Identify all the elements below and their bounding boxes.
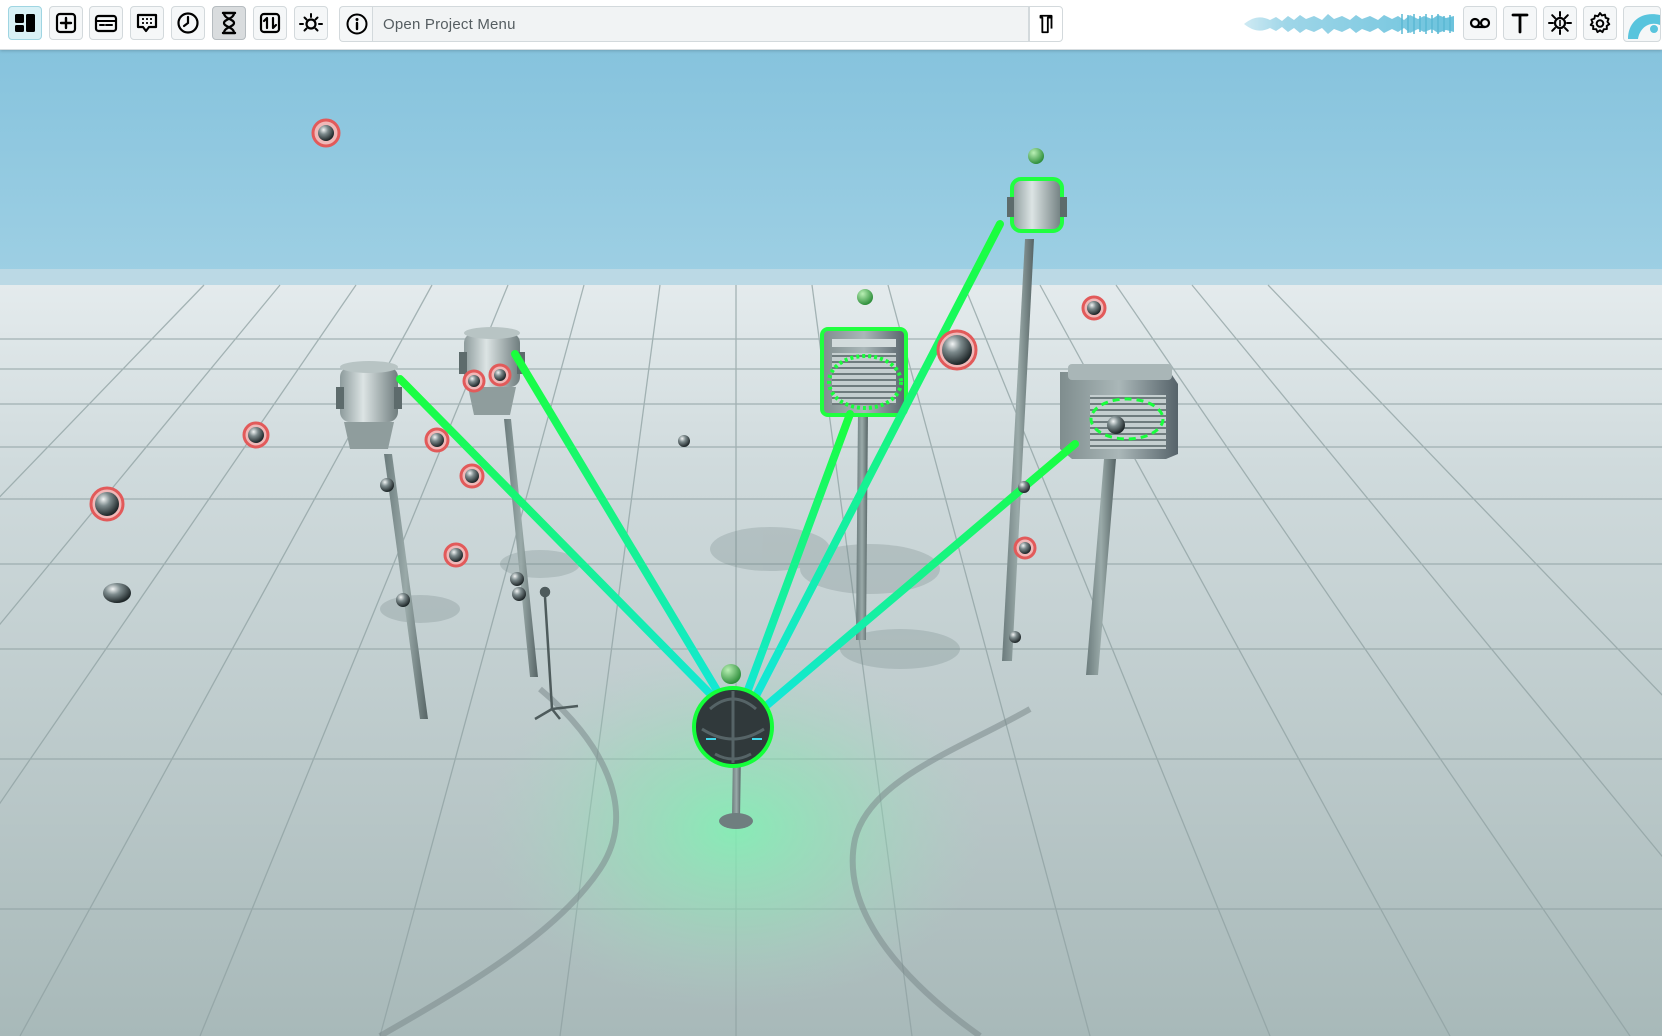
object-marker[interactable]	[424, 427, 450, 453]
app-window: Open Project Menu	[0, 0, 1662, 1036]
plus-square-icon	[55, 12, 77, 34]
panel-button[interactable]	[89, 6, 123, 40]
text-button[interactable]	[1503, 6, 1537, 40]
project-document-button[interactable]	[1029, 6, 1063, 42]
project-menu-label: Open Project Menu	[383, 15, 516, 33]
hourglass-button[interactable]	[212, 6, 246, 40]
object-marker[interactable]	[242, 421, 270, 449]
object-marker[interactable]	[89, 486, 125, 522]
sun-icon	[1548, 11, 1572, 35]
brightness-icon	[299, 13, 323, 32]
layout-grid-icon	[15, 14, 35, 32]
object-marker[interactable]	[936, 329, 978, 371]
top-toolbar: Open Project Menu	[0, 0, 1662, 50]
sun-button[interactable]	[1543, 6, 1577, 40]
layout-button[interactable]	[8, 6, 42, 40]
open-project-menu[interactable]: Open Project Menu	[372, 6, 1029, 42]
object-marker[interactable]	[1013, 536, 1037, 560]
sort-arrows-icon	[259, 12, 281, 34]
settings-button[interactable]	[1583, 6, 1617, 40]
3d-scene[interactable]	[0, 49, 1662, 1036]
clock-button[interactable]	[171, 6, 205, 40]
object-marker[interactable]	[488, 363, 512, 387]
info-icon	[346, 13, 367, 35]
clock-icon	[177, 12, 199, 34]
voicemail-button[interactable]	[1463, 6, 1497, 40]
speech-bubble-icon	[136, 13, 158, 33]
app-logo-icon	[1628, 14, 1660, 39]
app-logo-button[interactable]	[1623, 6, 1661, 42]
scene-viewport[interactable]	[0, 49, 1662, 1036]
voicemail-icon	[1469, 17, 1491, 29]
gear-icon	[1589, 12, 1611, 34]
object-marker[interactable]	[459, 463, 485, 489]
object-marker[interactable]	[462, 369, 486, 393]
sky	[0, 49, 1662, 289]
audio-waveform-meter	[1244, 14, 1454, 34]
brightness-button[interactable]	[294, 6, 328, 40]
object-marker[interactable]	[443, 542, 469, 568]
object-marker[interactable]	[1081, 295, 1107, 321]
speech-button[interactable]	[130, 6, 164, 40]
panel-icon	[94, 14, 118, 33]
project-info-button[interactable]	[339, 6, 373, 42]
hourglass-icon	[221, 11, 237, 35]
text-icon	[1511, 13, 1529, 34]
sort-button[interactable]	[253, 6, 287, 40]
document-icon	[1039, 14, 1053, 34]
add-button[interactable]	[49, 6, 83, 40]
object-marker[interactable]	[311, 118, 341, 148]
